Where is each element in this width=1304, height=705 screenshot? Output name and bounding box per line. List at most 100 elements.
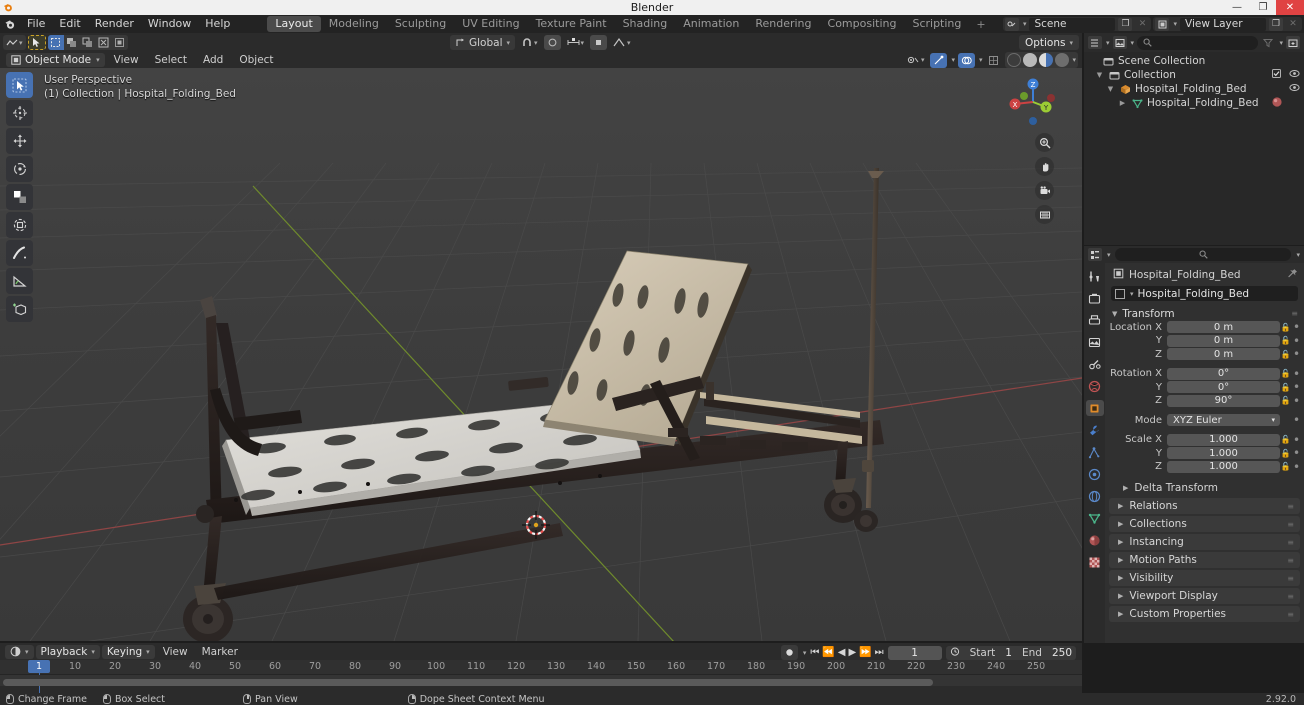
snap-magnet-icon[interactable]: ▾ (518, 35, 541, 50)
outliner-editor[interactable]: ▾ ▾ ▾ Scene Collection ▼ Collection ▼ Ho… (1084, 33, 1304, 245)
view-layer-name-field[interactable]: View Layer (1180, 17, 1266, 31)
shading-material-preview-button[interactable] (1039, 53, 1054, 67)
location-z-animate-dot[interactable]: • (1291, 347, 1302, 361)
select-intersect-icon[interactable] (111, 35, 128, 50)
minimize-button[interactable]: — (1224, 0, 1250, 15)
collection-visibility-eye-icon[interactable] (1289, 69, 1300, 81)
location-x-lock-icon[interactable]: 🔓 (1280, 323, 1291, 332)
playback-menu[interactable]: Playback ▾ (35, 644, 100, 659)
pan-icon[interactable] (1035, 157, 1054, 176)
tab-shading[interactable]: Shading (615, 16, 676, 32)
motion-paths-panel[interactable]: ▶ Motion Paths ≡ (1109, 552, 1300, 568)
rotation-mode-dropdown[interactable]: XYZ Euler ▾ (1167, 414, 1280, 426)
properties-editor[interactable]: ▾ ▾ Hospital_Folding_Bed ▾ Hospital_Fold… (1084, 246, 1304, 643)
annotate-tool[interactable] (6, 240, 33, 266)
orthographic-icon[interactable] (1035, 205, 1054, 224)
measure-tool[interactable] (6, 268, 33, 294)
timeline-track-area[interactable] (0, 675, 1082, 686)
timeline-ruler[interactable]: 10 20 30 40 50 60 70 80 90 100 110 120 1… (0, 660, 1082, 695)
rotation-z-field[interactable]: 90° (1167, 394, 1280, 407)
outliner-row-collection[interactable]: ▼ Collection (1084, 68, 1304, 82)
current-frame-field[interactable]: 1 (887, 645, 942, 660)
shading-wireframe-button[interactable] (1007, 53, 1022, 67)
view-layer-selector[interactable]: ▾ View Layer ❐ ✕ (1153, 17, 1302, 31)
menu-render[interactable]: Render (88, 15, 141, 33)
outliner-filter-id-icon[interactable] (1112, 36, 1127, 49)
cursor-tool[interactable] (6, 100, 33, 126)
snap-target-icon[interactable] (543, 35, 561, 50)
tweak-select-tool[interactable] (6, 72, 33, 98)
object-expand-triangle[interactable]: ▼ (1106, 85, 1115, 93)
rotation-x-field[interactable]: 0° (1167, 367, 1280, 380)
menu-edit[interactable]: Edit (52, 15, 87, 33)
move-tool[interactable] (6, 128, 33, 154)
tab-sculpting[interactable]: Sculpting (387, 16, 454, 32)
object-properties-tab[interactable] (1085, 400, 1104, 416)
scale-y-animate-dot[interactable]: • (1291, 446, 1302, 460)
next-keyframe-button[interactable]: ⏩ (859, 647, 871, 658)
3d-viewport[interactable]: User Perspective (1) Collection | Hospit… (0, 68, 1082, 641)
xray-toggle-icon[interactable] (985, 53, 1002, 68)
visibility-panel[interactable]: ▶ Visibility ≡ (1109, 570, 1300, 586)
tab-animation[interactable]: Animation (675, 16, 747, 32)
instancing-panel[interactable]: ▶ Instancing ≡ (1109, 534, 1300, 550)
shading-rendered-button[interactable] (1055, 53, 1070, 67)
add-workspace-button[interactable]: + (969, 18, 992, 31)
location-y-lock-icon[interactable]: 🔓 (1280, 336, 1291, 345)
start-frame-value[interactable]: 1 (1005, 647, 1012, 659)
new-view-layer-icon[interactable]: ❐ (1269, 17, 1283, 31)
menu-file[interactable]: File (20, 15, 52, 33)
tab-rendering[interactable]: Rendering (747, 16, 819, 32)
rotate-tool[interactable] (6, 156, 33, 182)
scale-tool[interactable] (6, 184, 33, 210)
properties-options-chevron-icon[interactable]: ▾ (1296, 251, 1300, 259)
scale-z-animate-dot[interactable]: • (1291, 460, 1302, 474)
unlink-scene-icon[interactable]: ✕ (1135, 18, 1149, 31)
navigation-gizmo[interactable]: Z X Y (1002, 71, 1064, 133)
show-overlays-icon[interactable] (957, 52, 975, 68)
proportional-falloff-icon[interactable] (590, 35, 608, 50)
editor-type-selector[interactable]: ▾ (5, 644, 34, 659)
keying-menu[interactable]: Keying ▾ (101, 644, 155, 659)
location-z-lock-icon[interactable]: 🔓 (1280, 350, 1291, 359)
rotation-x-animate-dot[interactable]: • (1291, 367, 1302, 381)
rotation-mode-animate-dot[interactable]: • (1291, 413, 1302, 427)
material-icon[interactable] (1271, 96, 1283, 111)
end-frame-value[interactable]: 250 (1052, 647, 1072, 659)
visibility-filter-icon[interactable]: ▾ (904, 53, 928, 68)
scene-properties-tab[interactable] (1086, 356, 1104, 372)
outliner-search-input[interactable] (1137, 35, 1259, 50)
delta-transform-subpanel[interactable]: ▶ Delta Transform (1105, 480, 1304, 496)
shading-solid-button[interactable] (1023, 53, 1038, 67)
mesh-expand-triangle[interactable]: ▶ (1118, 99, 1127, 107)
maximize-button[interactable]: ❐ (1250, 0, 1276, 15)
scale-x-lock-icon[interactable]: 🔓 (1280, 435, 1291, 444)
show-gizmo-icon[interactable] (930, 52, 948, 68)
scale-x-field[interactable]: 1.000 (1167, 433, 1280, 446)
menu-window[interactable]: Window (141, 15, 198, 33)
outliner-row-mesh-data[interactable]: ▶ Hospital_Folding_Bed (1084, 96, 1304, 110)
object-data-properties-tab[interactable] (1086, 510, 1104, 526)
collection-expand-triangle[interactable]: ▼ (1095, 71, 1104, 79)
collections-panel[interactable]: ▶ Collections ≡ (1109, 516, 1300, 532)
tab-layout[interactable]: Layout (267, 16, 321, 32)
viewport-display-panel[interactable]: ▶ Viewport Display ≡ (1109, 588, 1300, 604)
transform-tool[interactable] (6, 212, 33, 238)
object-name-field[interactable]: ▾ Hospital_Folding_Bed (1111, 286, 1298, 301)
physics-properties-tab[interactable] (1086, 466, 1104, 482)
pin-icon[interactable] (1287, 268, 1298, 282)
menu-help[interactable]: Help (198, 15, 237, 33)
timeline-menu-view[interactable]: View (157, 646, 194, 658)
proportional-edit-icon[interactable]: ▾ (564, 35, 588, 50)
viewport-options-button[interactable]: Options ▾ (1018, 35, 1079, 50)
location-x-animate-dot[interactable]: • (1291, 320, 1302, 334)
location-z-field[interactable]: 0 m (1167, 348, 1280, 360)
texture-properties-tab[interactable] (1086, 554, 1104, 570)
collection-checkbox[interactable] (1272, 69, 1281, 81)
blender-menu-icon[interactable] (0, 15, 20, 33)
properties-search-input[interactable] (1114, 248, 1292, 261)
select-tool-button[interactable] (27, 35, 46, 50)
active-tool-selector[interactable]: ▾ (3, 35, 26, 50)
timeline-horizontal-scrollbar[interactable] (3, 679, 933, 686)
jump-to-end-button[interactable]: ⏭ (875, 647, 884, 658)
